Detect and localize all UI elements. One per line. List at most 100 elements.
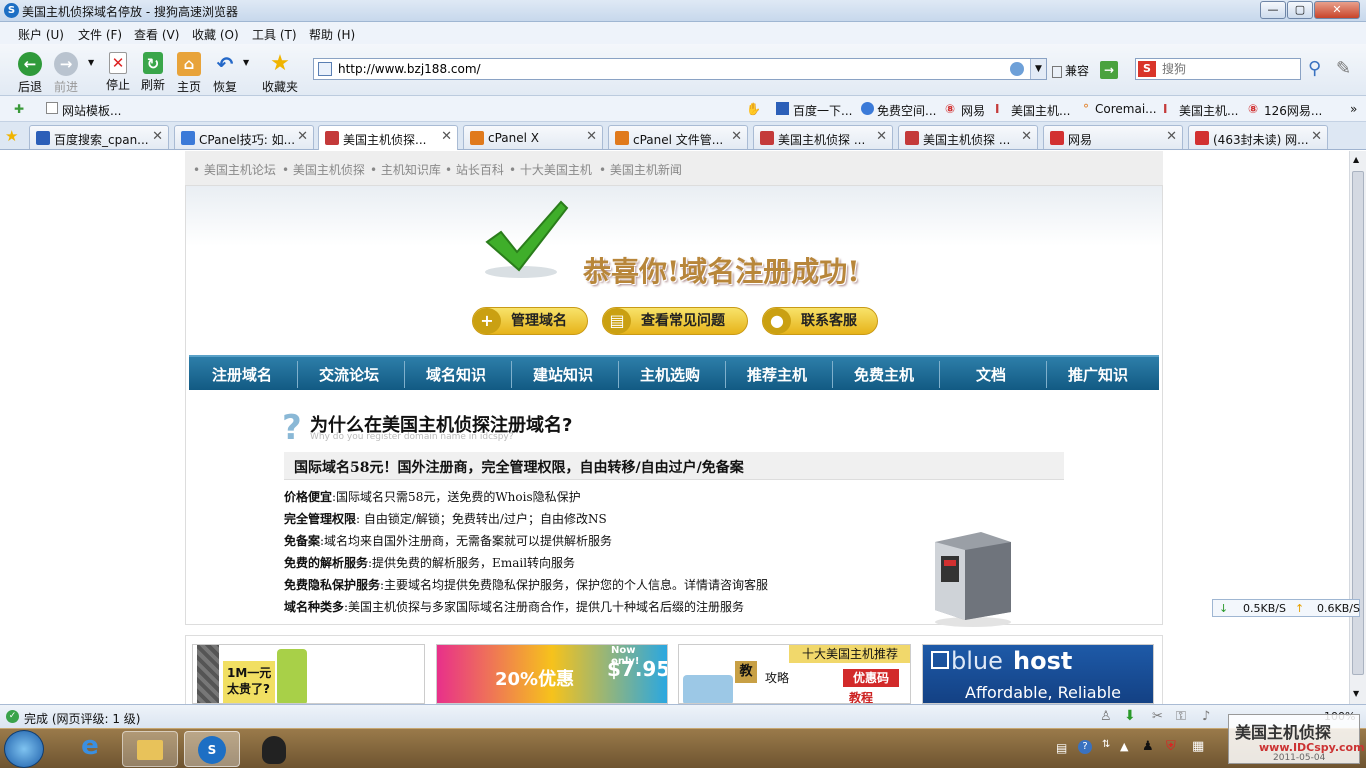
fav-us-host-2[interactable]: 美国主机... — [1179, 102, 1238, 119]
topnav-top10[interactable]: • 十大美国主机 — [509, 161, 592, 178]
topnav-news[interactable]: • 美国主机新闻 — [599, 161, 682, 178]
banner-bluehost[interactable]: blue host Affordable, Reliable — [922, 644, 1154, 704]
tray-expand-icon[interactable]: ▲ — [1120, 740, 1128, 753]
nav-site-building[interactable]: 建站知识 — [510, 364, 616, 385]
tab-close-icon[interactable]: ✕ — [1166, 129, 1177, 144]
close-window-button[interactable]: ✕ — [1314, 1, 1360, 19]
person-icon[interactable]: ♙ — [1100, 709, 1112, 724]
banner-1m-yuan[interactable]: 1M一元 太贵了? — [192, 644, 425, 704]
pen-icon[interactable]: ✎ — [1336, 58, 1351, 79]
nav-forum[interactable]: 交流论坛 — [296, 364, 402, 385]
taskbar-qq-icon[interactable] — [246, 731, 302, 767]
taskbar-ie-icon[interactable]: e — [62, 731, 118, 767]
fav-netease[interactable]: 网易 — [961, 102, 985, 119]
fav-126[interactable]: 126网易... — [1264, 102, 1322, 119]
tab-7[interactable]: 美国主机侦探 ... ✕ — [898, 125, 1038, 149]
tab-close-icon[interactable]: ✕ — [297, 129, 308, 144]
tray-network-icon[interactable]: ▦ — [1192, 739, 1204, 754]
search-magnifier-icon[interactable]: ⚲ — [1308, 58, 1321, 79]
tab-3[interactable]: 美国主机侦探... ✕ — [318, 125, 458, 150]
nav-register-domain[interactable]: 注册域名 — [189, 364, 295, 385]
vertical-scrollbar[interactable]: ▲ ▼ — [1349, 151, 1366, 704]
menu-file[interactable]: 文件 (F) — [78, 26, 122, 43]
tab-5[interactable]: cPanel 文件管... ✕ — [608, 125, 748, 149]
status-text[interactable]: 完成 (网页评级: 1 级) — [24, 710, 141, 727]
banner-top10-hosts[interactable]: 十大美国主机推荐 教 攻略 优惠码 教程 — [678, 644, 911, 704]
scroll-down-icon[interactable]: ▼ — [1353, 689, 1359, 698]
banner-discount[interactable]: 20%优惠 Now only! $7.95 — [436, 644, 668, 704]
add-favorite-icon[interactable]: ✚ — [14, 102, 24, 116]
menu-view[interactable]: 查看 (V) — [134, 26, 179, 43]
menu-account[interactable]: 账户 (U) — [18, 26, 64, 43]
url-dropdown-button[interactable]: ▼ — [1030, 59, 1046, 79]
maximize-button[interactable]: ▢ — [1287, 1, 1313, 19]
back-button[interactable]: ← 后退 — [13, 50, 47, 95]
tab-1[interactable]: 百度搜索_cpan... ✕ — [29, 125, 169, 149]
restore-button[interactable]: ↶ 恢复 — [208, 50, 242, 95]
lock-icon[interactable]: ⚿ — [1176, 709, 1186, 724]
menu-help[interactable]: 帮助 (H) — [309, 26, 355, 43]
fav-website-templates[interactable]: 网站模板... — [62, 102, 121, 119]
search-box[interactable]: S — [1135, 58, 1301, 80]
tab-9[interactable]: (463封未读) 网... ✕ — [1188, 125, 1328, 149]
sogou-search-icon[interactable]: S — [1138, 61, 1156, 77]
contact-support-button[interactable]: ● 联系客服 — [762, 307, 878, 335]
nav-domain-knowledge[interactable]: 域名知识 — [403, 364, 509, 385]
tray-help-icon[interactable]: ? — [1078, 740, 1092, 754]
menu-favorites[interactable]: 收藏 (O) — [192, 26, 239, 43]
topnav-idcspy[interactable]: • 美国主机侦探 — [282, 161, 365, 178]
fav-us-host-1[interactable]: 美国主机... — [1011, 102, 1070, 119]
refresh-button[interactable]: ↻ 刷新 — [136, 50, 170, 93]
tab-close-icon[interactable]: ✕ — [876, 129, 887, 144]
tab-close-icon[interactable]: ✕ — [441, 129, 452, 144]
nav-docs[interactable]: 文档 — [938, 364, 1044, 385]
tray-arrows-icon[interactable]: ⇅ — [1102, 739, 1110, 750]
volume-icon[interactable]: ♪ — [1202, 709, 1210, 724]
go-arrow-button[interactable]: → — [1100, 61, 1118, 79]
tab-6[interactable]: 美国主机侦探 ... ✕ — [753, 125, 893, 149]
history-dropdown-icon[interactable]: ▼ — [88, 58, 94, 67]
tray-qq-icon[interactable]: ♟ — [1142, 739, 1154, 754]
favorites-button[interactable]: ★ 收藏夹 — [258, 50, 302, 95]
stop-button[interactable]: ✕ 停止 — [101, 50, 135, 93]
topnav-kb[interactable]: • 主机知识库 — [370, 161, 441, 178]
search-input[interactable] — [1162, 61, 1292, 77]
favbar-overflow-icon[interactable]: » — [1350, 102, 1357, 116]
forward-button[interactable]: → 前进 — [49, 50, 83, 95]
home-button[interactable]: ⌂ 主页 — [172, 50, 206, 95]
security-shield-icon[interactable] — [1010, 62, 1024, 76]
tab-close-icon[interactable]: ✕ — [731, 129, 742, 144]
tab-favorites-star-icon[interactable]: ★ — [5, 127, 18, 145]
url-input[interactable] — [338, 61, 1018, 77]
tray-shield-icon[interactable]: ⛨ — [1166, 739, 1176, 754]
tab-close-icon[interactable]: ✕ — [1021, 129, 1032, 144]
scroll-up-icon[interactable]: ▲ — [1353, 155, 1359, 164]
start-button-icon[interactable] — [4, 730, 44, 768]
fav-baidu[interactable]: 百度一下... — [793, 102, 852, 119]
topnav-wiki[interactable]: • 站长百科 — [445, 161, 504, 178]
topnav-forum[interactable]: • 美国主机论坛 — [193, 161, 276, 178]
tray-keyboard-icon[interactable]: ▤ — [1056, 741, 1067, 755]
tab-8[interactable]: 网易 ✕ — [1043, 125, 1183, 149]
download-icon[interactable]: ⬇ — [1124, 708, 1136, 724]
tab-4[interactable]: cPanel X ✕ — [463, 125, 603, 149]
fav-coremail[interactable]: Coremai... — [1095, 102, 1157, 116]
tools-icon[interactable]: ✂ — [1152, 709, 1163, 724]
manage-domain-button[interactable]: + 管理域名 — [472, 307, 588, 335]
tab-close-icon[interactable]: ✕ — [152, 129, 163, 144]
minimize-button[interactable]: — — [1260, 1, 1286, 19]
nav-recommended-hosts[interactable]: 推荐主机 — [724, 364, 830, 385]
address-bar[interactable]: ▼ — [313, 58, 1047, 80]
fav-free-space[interactable]: 免费空间... — [877, 102, 936, 119]
restore-dropdown-icon[interactable]: ▼ — [243, 58, 249, 67]
compat-mode-button[interactable]: 兼容 — [1052, 62, 1089, 79]
faq-button[interactable]: ▤ 查看常见问题 — [602, 307, 748, 335]
tab-2[interactable]: CPanel技巧: 如... ✕ — [174, 125, 314, 149]
nav-host-selection[interactable]: 主机选购 — [617, 364, 723, 385]
taskbar-sogou-browser-icon[interactable]: S — [184, 731, 240, 767]
taskbar-explorer-icon[interactable] — [122, 731, 178, 767]
nav-promotion[interactable]: 推广知识 — [1045, 364, 1151, 385]
nav-free-hosts[interactable]: 免费主机 — [831, 364, 937, 385]
menu-tools[interactable]: 工具 (T) — [252, 26, 297, 43]
tab-close-icon[interactable]: ✕ — [1311, 129, 1322, 144]
